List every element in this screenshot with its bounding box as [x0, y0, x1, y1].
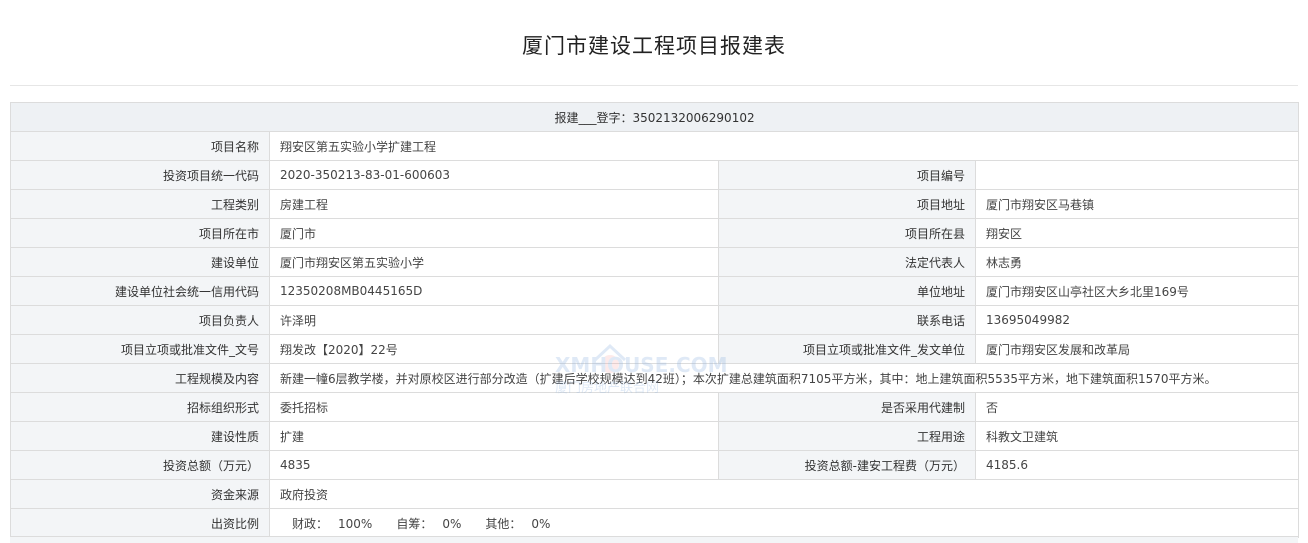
field-label: 项目立项或批准文件_发文单位 — [718, 334, 976, 364]
field-label: 工程规模及内容 — [10, 363, 270, 393]
table-row: 招标组织形式 委托招标 是否采用代建制否 — [10, 392, 1300, 422]
field-value: 房建工程 — [269, 189, 719, 219]
field-label: 出资比例 — [10, 508, 270, 538]
field-value: 厦门市翔安区发展和改革局 — [974, 334, 1300, 364]
field-label: 联系电话 — [718, 305, 976, 335]
field-label: 项目地址 — [718, 189, 976, 219]
field-value: 厦门市翔安区马巷镇 — [974, 189, 1300, 219]
table-row: 项目立项或批准文件_文号 翔发改【2020】22号 项目立项或批准文件_发文单位 厦门… — [10, 334, 1300, 364]
field-value: 否 — [974, 392, 1300, 422]
table-row: 工程规模及内容 新建一幢6层教学楼，并对原校区进行部分改造（扩建后学校规模达到42… — [10, 363, 1300, 393]
table-row: 建设性质 扩建 工程用途 科教文卫建筑 — [10, 421, 1300, 451]
table-row: 项目所在市 厦门市 项目所在县 翔安区 — [10, 218, 1300, 248]
field-label: 法定代表人 — [718, 247, 976, 277]
table-row: 投资总额（万元） 4835 投资总额-建安工程费（万元） 4185.6 — [10, 450, 1300, 480]
field-value: 翔安区第五实验小学扩建工程 — [268, 131, 1300, 161]
field-label: 投资总额-建安工程费（万元） — [718, 450, 976, 480]
field-label: 单位地址 — [718, 276, 976, 306]
field-value: 政府投资 — [268, 479, 1300, 509]
project-registration-table: 报建___登字：3502132006290102 项目名称 翔安区第五实验小学扩建… — [9, 102, 1300, 538]
field-label: 建设单位社会统一信用代码 — [10, 276, 270, 306]
registration-number: 报建___登字：3502132006290102 — [9, 102, 1300, 132]
field-value: 委托招标 — [269, 392, 719, 422]
funding-ratio-value: 财政： 100% 自筹： 0% 其他： 0% — [268, 508, 1300, 538]
field-value: 4185.6 — [974, 450, 1300, 480]
registration-number-row: 报建___登字：3502132006290102 — [9, 102, 1300, 132]
funding-ratio-row: 出资比例 财政： 100% 自筹： 0% 其他： 0% — [10, 508, 1300, 538]
table-row: 项目负责人 许泽明 联系电话 13695049982 — [10, 305, 1300, 335]
field-value: 翔安区 — [974, 218, 1300, 248]
table-row: 资金来源 政府投资 — [10, 479, 1300, 509]
field-label: 是否采用代建制 — [718, 392, 976, 422]
field-value: 林志勇 — [974, 247, 1300, 277]
field-label: 项目立项或批准文件_文号 — [10, 334, 270, 364]
field-label: 资金来源 — [10, 479, 270, 509]
field-value: 许泽明 — [269, 305, 719, 335]
field-value — [974, 160, 1300, 190]
field-value: 2020-350213-83-01-600603 — [269, 160, 719, 190]
field-value: 扩建 — [269, 421, 719, 451]
table-row: 投资项目统一代码 2020-350213-83-01-600603 项目编号 — [10, 160, 1300, 190]
field-value: 4835 — [269, 450, 719, 480]
field-label: 项目所在县 — [718, 218, 976, 248]
funding-fiscal-label: 财政： — [292, 516, 329, 531]
field-value: 科教文卫建筑 — [974, 421, 1300, 451]
page-title: 厦门市建设工程项目报建表 — [522, 34, 786, 58]
field-label: 投资总额（万元） — [10, 450, 270, 480]
field-label: 项目负责人 — [10, 305, 270, 335]
funding-self-value: 0% — [442, 516, 462, 531]
funding-fiscal-value: 100% — [338, 516, 373, 531]
title-divider — [10, 85, 1298, 86]
table-row: 项目名称 翔安区第五实验小学扩建工程 — [10, 131, 1300, 161]
table-row: 建设单位社会统一信用代码 12350208MB0445165D 单位地址 厦门市翔安区… — [10, 276, 1300, 306]
field-label: 工程类别 — [10, 189, 270, 219]
field-value: 厦门市翔安区山亭社区大乡北里169号 — [974, 276, 1300, 306]
table-row: 建设单位 厦门市翔安区第五实验小学 法定代表人 林志勇 — [10, 247, 1300, 277]
field-value: 12350208MB0445165D — [269, 276, 719, 306]
field-label: 项目名称 — [10, 131, 270, 161]
field-label: 建设性质 — [10, 421, 270, 451]
funding-self-label: 自筹： — [396, 516, 433, 531]
table-row: 工程类别 房建工程 项目地址 厦门市翔安区马巷镇 — [10, 189, 1300, 219]
field-label: 项目所在市 — [10, 218, 270, 248]
field-label: 建设单位 — [10, 247, 270, 277]
field-value: 翔发改【2020】22号 — [269, 334, 719, 364]
field-label: 投资项目统一代码 — [10, 160, 270, 190]
field-label: 项目编号 — [718, 160, 976, 190]
field-value: 厦门市 — [269, 218, 719, 248]
field-value: 13695049982 — [974, 305, 1300, 335]
field-label: 招标组织形式 — [10, 392, 270, 422]
funding-other-label: 其他： — [485, 516, 522, 531]
field-label: 工程用途 — [718, 421, 976, 451]
field-value: 新建一幢6层教学楼，并对原校区进行部分改造（扩建后学校规模达到42班）；本次扩建… — [268, 363, 1300, 393]
funding-other-value: 0% — [531, 516, 551, 531]
field-value: 厦门市翔安区第五实验小学 — [269, 247, 719, 277]
